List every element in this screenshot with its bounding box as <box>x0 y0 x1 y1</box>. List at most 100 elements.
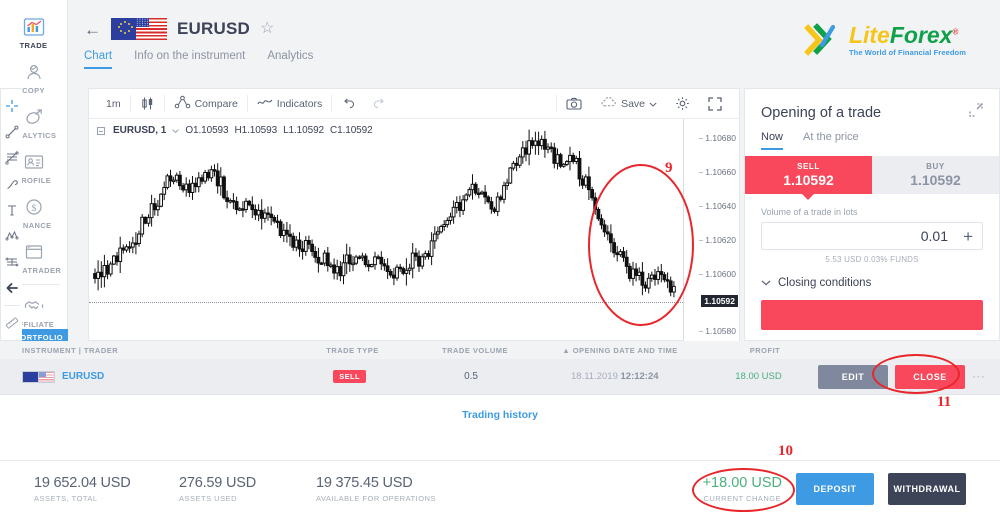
indicators-button[interactable]: Indicators <box>248 89 332 119</box>
drawing-toolbar-divider <box>3 305 20 306</box>
current-change: +18.00 USD CURRENT CHANGE <box>703 475 782 503</box>
trade-panel-title: Opening of a trade <box>761 104 882 121</box>
sidebar-label-copy: COPY <box>22 85 45 95</box>
account-summary-bar: 19 652.04 USD ASSETS, TOTAL 276.59 USD A… <box>0 460 1000 516</box>
column-header-trade-type[interactable]: TRADE TYPE <box>290 346 415 355</box>
deposit-button[interactable]: DEPOSIT <box>796 472 874 505</box>
camera-icon[interactable] <box>557 89 591 119</box>
buy-price: 1.10592 <box>910 172 961 188</box>
stat-label: ASSETS USED <box>179 493 238 503</box>
redo-icon[interactable] <box>364 89 396 119</box>
sort-asc-icon: ▲ <box>562 345 571 355</box>
sidebar-label-trade: TRADE <box>19 40 48 50</box>
close-button[interactable]: CLOSE <box>894 364 965 389</box>
closing-conditions-toggle[interactable]: Closing conditions <box>745 264 999 289</box>
volume-input[interactable]: 0.01 + <box>761 222 983 250</box>
trade-panel-tabs: Now At the price <box>745 122 999 150</box>
stat-value: 19 375.45 USD <box>316 474 413 491</box>
portfolio-table: INSTRUMENT | TRADER TRADE TYPE TRADE VOL… <box>0 341 1000 460</box>
column-header-opening-date[interactable]: ▲ OPENING DATE AND TIME <box>535 346 705 355</box>
volume-value: 0.01 <box>920 228 948 244</box>
stat-label: AVAILABLE FOR OPERATIONS <box>316 493 436 503</box>
stat-value: 19 652.04 USD <box>34 474 131 491</box>
candlestick-icon[interactable] <box>131 89 164 119</box>
logo-mark-icon <box>804 20 846 60</box>
column-header-trade-volume[interactable]: TRADE VOLUME <box>415 346 535 355</box>
pattern-icon[interactable] <box>2 225 22 247</box>
cell-trade-type: SELL <box>288 370 412 383</box>
star-icon[interactable]: ☆ <box>260 21 274 37</box>
chart-toolbar: 1m Compare Indicators Save <box>89 89 739 119</box>
crosshair-icon[interactable] <box>2 95 22 117</box>
trade-panel-header: Opening of a trade <box>745 89 999 122</box>
table-row[interactable]: EURUSD SELL 0.5 18.11.2019 12:12:24 18.0… <box>0 359 1000 395</box>
handshake-icon <box>22 295 46 317</box>
current-change-label: CURRENT CHANGE <box>703 493 782 503</box>
buy-button[interactable]: BUY 1.10592 <box>872 156 999 194</box>
cell-instrument: EURUSD <box>0 370 288 383</box>
edit-button[interactable]: EDIT <box>817 364 888 389</box>
logo-tagline: The World of Financial Freedom <box>848 48 966 57</box>
sell-selected-caret-icon <box>802 194 814 200</box>
candlestick-series <box>89 119 683 341</box>
cell-symbol[interactable]: EURUSD <box>62 371 104 382</box>
price-tick: 1.10620 <box>699 235 736 245</box>
save-button[interactable]: Save <box>591 89 666 119</box>
collapse-box-icon[interactable] <box>97 126 105 135</box>
price-tick: 1.10660 <box>699 167 736 177</box>
fib-retracement-icon[interactable] <box>2 147 22 169</box>
plus-icon[interactable]: + <box>963 228 973 245</box>
stat-value: 276.59 USD <box>179 474 256 491</box>
status-badge: SELL <box>333 370 366 383</box>
dollar-circle-icon: $ <box>22 196 46 218</box>
text-icon[interactable] <box>2 199 22 221</box>
chart-drawing-toolbar <box>0 88 22 341</box>
brush-icon[interactable] <box>2 173 22 195</box>
long-position-icon[interactable] <box>2 251 22 273</box>
eu-us-flags-icon <box>111 18 167 40</box>
volume-label: Volume of a trade in lots <box>761 207 858 217</box>
ohlc-low: L1.10592 <box>283 125 324 136</box>
expand-icon[interactable] <box>969 103 983 122</box>
back-arrow-icon[interactable]: ← <box>84 21 101 38</box>
profile-card-icon <box>22 151 46 173</box>
person-copy-icon <box>22 61 46 83</box>
cell-opening-date: 18.11.2019 12:12:24 <box>531 371 700 382</box>
analytics-icon <box>22 106 46 128</box>
price-axis[interactable]: 1.10680 1.10660 1.10640 1.10620 1.10600 1.105… <box>683 119 739 341</box>
timeframe-button[interactable]: 1m <box>97 89 130 119</box>
gear-icon[interactable] <box>666 89 699 119</box>
arrow-left-icon[interactable] <box>2 277 22 299</box>
more-dots-icon[interactable]: ⋯ <box>972 370 986 383</box>
sidebar-item-trade[interactable]: TRADE <box>0 10 68 55</box>
page-title: EURUSD <box>177 19 250 38</box>
closing-conditions-label: Closing conditions <box>778 277 872 289</box>
tab-info-on-the-instrument[interactable]: Info on the instrument <box>134 50 245 69</box>
tab-at-the-price[interactable]: At the price <box>803 131 859 150</box>
stat-assets-total: 19 652.04 USD ASSETS, TOTAL <box>34 475 179 503</box>
cloud-save-icon <box>600 96 617 111</box>
compare-icon <box>174 95 191 112</box>
tab-analytics[interactable]: Analytics <box>267 50 313 69</box>
column-header-profit[interactable]: PROFIT <box>705 346 825 355</box>
trading-history-link[interactable]: Trading history <box>0 395 1000 421</box>
tab-chart[interactable]: Chart <box>84 50 113 69</box>
withdrawal-button[interactable]: WITHDRAWAL <box>888 472 966 505</box>
compare-button[interactable]: Compare <box>165 89 247 119</box>
cell-profit: 18.00 USD <box>735 371 782 382</box>
chart-container: 1m Compare Indicators Save EURUSD, 1 O1.… <box>88 88 740 341</box>
chevron-down-icon[interactable] <box>172 125 180 136</box>
stat-available-for-operations: 19 375.45 USD AVAILABLE FOR OPERATIONS <box>316 475 616 503</box>
sell-button[interactable]: SELL 1.10592 <box>745 156 872 194</box>
stat-assets-used: 276.59 USD ASSETS USED <box>179 475 316 503</box>
window-icon <box>22 241 46 263</box>
ruler-icon[interactable] <box>2 312 22 334</box>
undo-icon[interactable] <box>332 89 364 119</box>
trendline-icon[interactable] <box>2 121 22 143</box>
fullscreen-icon[interactable] <box>699 89 731 119</box>
tab-now[interactable]: Now <box>761 131 784 150</box>
sell-price: 1.10592 <box>783 172 834 188</box>
chart-plot-area[interactable]: EURUSD, 1 O1.10593 H1.10593 L1.10592 C1.… <box>89 119 739 341</box>
price-tick: 1.10580 <box>699 326 736 336</box>
open-trade-button[interactable] <box>761 300 983 330</box>
